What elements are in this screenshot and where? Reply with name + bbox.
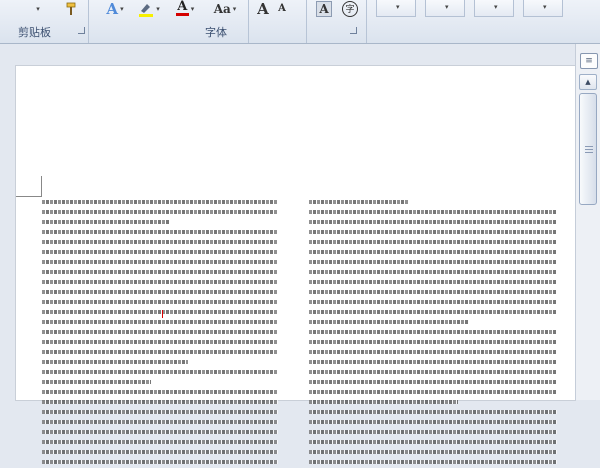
text-line (42, 390, 278, 398)
text-line (42, 430, 278, 438)
grow-font-button[interactable]: A (254, 0, 272, 18)
text-line (42, 460, 278, 468)
text-line (42, 280, 278, 288)
highlighter-icon (139, 3, 154, 17)
highlight-button[interactable]: ▾ (134, 0, 164, 17)
vertical-scrollbar[interactable]: ≡ ▲ (575, 44, 600, 400)
text-line (309, 210, 557, 218)
text-line (309, 370, 557, 378)
text-line (309, 320, 557, 328)
text-line (309, 460, 557, 468)
text-line (42, 210, 278, 218)
font-launcher-icon[interactable] (350, 27, 357, 34)
paragraph-button-1[interactable]: ▾ (376, 0, 416, 17)
text-line (309, 200, 557, 208)
change-case-button[interactable]: Aa ▾ (208, 0, 242, 17)
text-line (42, 310, 278, 318)
text-line (42, 260, 278, 268)
text-line (309, 260, 557, 268)
text-line (42, 320, 278, 328)
text-line (42, 200, 278, 208)
text-line (42, 270, 278, 278)
text-line (309, 430, 557, 438)
text-line (42, 220, 278, 228)
text-line (309, 230, 557, 238)
paragraph-button-3[interactable]: ▾ (474, 0, 514, 17)
document-area (0, 44, 575, 464)
text-line (42, 360, 278, 368)
font-color-icon: A (175, 0, 189, 16)
shrink-font-icon: A (278, 3, 286, 14)
text-line (309, 380, 557, 388)
clipboard-launcher-icon[interactable] (78, 27, 85, 34)
document-page[interactable] (16, 66, 575, 464)
text-line (309, 390, 557, 398)
font-group-label: 字体 (205, 26, 227, 39)
change-case-icon: Aa (213, 1, 231, 16)
ribbon-divider (88, 0, 89, 43)
text-line (309, 350, 557, 358)
text-column-left[interactable] (42, 198, 278, 468)
format-painter-button[interactable] (62, 0, 82, 17)
crop-mark (16, 196, 42, 197)
clear-format-button[interactable]: A (314, 0, 334, 17)
text-line (309, 330, 557, 338)
text-line (42, 400, 278, 408)
text-line (42, 340, 278, 348)
ribbon-divider (306, 0, 307, 43)
text-line (42, 290, 278, 298)
crop-mark (41, 176, 42, 196)
text-cursor (162, 310, 163, 318)
text-effect-button[interactable]: A ▾ (100, 0, 130, 18)
scroll-up-button[interactable]: ▲ (579, 74, 597, 90)
clipboard-group-label: 剪贴板 (18, 26, 51, 39)
font-color-button[interactable]: A ▾ (170, 0, 200, 17)
text-line (42, 250, 278, 258)
text-line (309, 280, 557, 288)
text-column-right[interactable] (309, 198, 557, 468)
text-line (309, 340, 557, 348)
ribbon-divider (248, 0, 249, 43)
text-line (42, 330, 278, 338)
text-line (42, 350, 278, 358)
text-line (42, 380, 278, 388)
text-line (309, 410, 557, 418)
text-line (42, 240, 278, 248)
text-line (309, 250, 557, 258)
text-line (309, 450, 557, 458)
scroll-thumb[interactable] (579, 93, 597, 205)
paste-dropdown[interactable]: ▾ (28, 0, 46, 17)
text-line (309, 310, 557, 318)
phonetic-guide-button[interactable]: 字 (340, 0, 360, 17)
text-line (309, 360, 557, 368)
ribbon-divider (366, 0, 367, 43)
shrink-font-button[interactable]: A (274, 0, 290, 17)
enclose-character-icon: 字 (342, 0, 358, 17)
text-effect-icon: A (106, 0, 119, 18)
text-line (42, 230, 278, 238)
text-line (309, 300, 557, 308)
text-line (309, 240, 557, 248)
text-line (42, 420, 278, 428)
grow-font-icon: A (257, 0, 269, 18)
ruler-toggle-icon[interactable]: ≡ (580, 53, 598, 69)
ribbon: ▾ A ▾ ▾ A ▾ Aa ▾ A A A 字 ▾ ▾ ▾ ▾ 剪贴板 字体 (0, 0, 600, 44)
text-line (42, 410, 278, 418)
clear-format-icon: A (316, 0, 332, 17)
paragraph-button-4[interactable]: ▾ (523, 0, 563, 17)
text-line (42, 370, 278, 378)
text-line (309, 440, 557, 448)
text-line (42, 300, 278, 308)
text-line (42, 450, 278, 458)
text-line (309, 220, 557, 228)
text-line (309, 400, 557, 408)
paragraph-button-2[interactable]: ▾ (425, 0, 465, 17)
text-line (309, 290, 557, 298)
text-line (309, 270, 557, 278)
text-line (42, 440, 278, 448)
format-painter-icon (66, 2, 76, 15)
text-line (309, 420, 557, 428)
